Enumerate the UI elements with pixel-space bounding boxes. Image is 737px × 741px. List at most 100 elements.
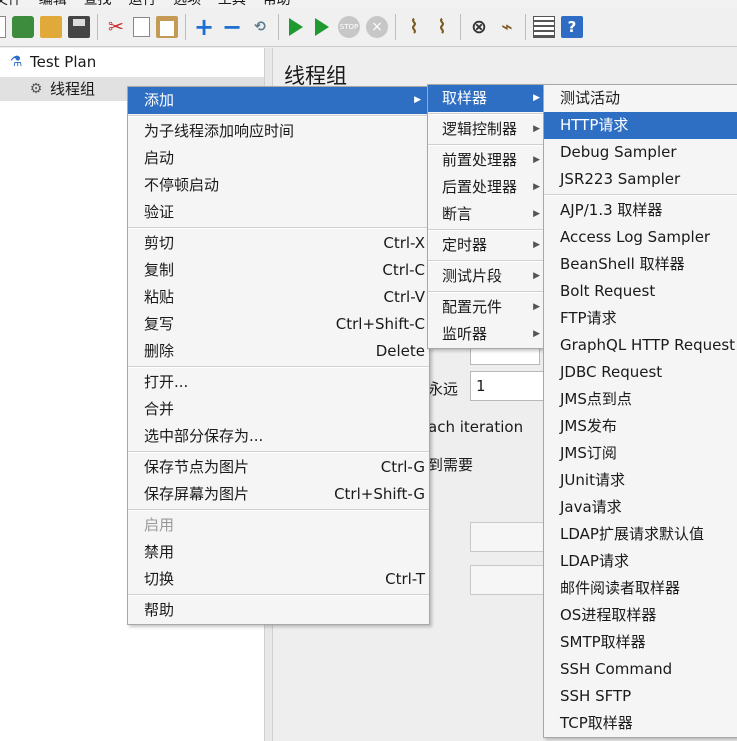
sampler-item-item-0-0[interactable]: 测试活动 [544,85,737,112]
menu-item-item-3-2[interactable]: 选中部分保存为... [128,423,429,450]
menu-item-item-2-2[interactable]: 粘贴 Ctrl-V [128,284,429,311]
search-icon[interactable]: ⊗ [468,16,490,38]
add-icon[interactable]: + [193,15,215,39]
menu-help[interactable]: 帮助 [263,0,291,7]
sampler-item-beanshell[interactable]: BeanShell 取样器 [544,251,737,278]
menu-run[interactable]: 运行 [128,0,156,7]
sampler-item-http[interactable]: HTTP请求 [544,112,737,139]
start-icon[interactable] [289,17,303,36]
sampler-item-ajp-1-3[interactable]: AJP/1.3 取样器 [544,197,737,224]
tree-item-test-plan[interactable]: ⚗ Test Plan [8,50,97,74]
sampler-item-smtp[interactable]: SMTP取样器 [544,629,737,656]
menu-item-item-5-1[interactable]: 禁用 [128,539,429,566]
toggle-icon[interactable]: ⟲ [249,16,271,38]
add-item-item-5-0[interactable]: 配置元件 ▶ [428,294,548,321]
sampler-item-jms[interactable]: JMS点到点 [544,386,737,413]
menu-item-item-2-1[interactable]: 复制 Ctrl-C [128,257,429,284]
menu-item-item-4-1[interactable]: 保存屏幕为图片 Ctrl+Shift-G [128,481,429,508]
menu-item-label: 测试片段 [442,267,503,285]
remove-icon[interactable]: − [221,15,243,39]
sampler-item-ssh-command[interactable]: SSH Command [544,656,737,683]
menu-item-item-0-0[interactable]: 添加 ▶ [128,87,429,114]
sampler-item-ldap[interactable]: LDAP扩展请求默认值 [544,521,737,548]
menu-item-label: LDAP请求 [560,552,629,570]
add-item-item-5-1[interactable]: 监听器 ▶ [428,321,548,348]
clear-icon[interactable]: ⌇ [403,16,425,38]
sampler-item-jsr223-sampler[interactable]: JSR223 Sampler [544,166,737,193]
menu-item-label: 选中部分保存为... [144,427,264,445]
menu-item-item-5-0[interactable]: 启用 [128,512,429,539]
sampler-item-access-log-sampler[interactable]: Access Log Sampler [544,224,737,251]
menu-separator [428,229,548,231]
sampler-item-ftp[interactable]: FTP请求 [544,305,737,332]
menu-item-item-2-4[interactable]: 删除 Delete [128,338,429,365]
shutdown-icon[interactable]: × [366,15,388,38]
menu-file[interactable]: 文件 [0,0,22,7]
sampler-item-item-1-14[interactable]: 邮件阅读者取样器 [544,575,737,602]
menu-separator [428,113,548,115]
menu-item-item-1-0[interactable]: 为子线程添加响应时间 [128,118,429,145]
sampler-item-junit[interactable]: JUnit请求 [544,467,737,494]
paste-icon[interactable] [156,15,178,38]
sampler-item-os[interactable]: OS进程取样器 [544,602,737,629]
function-helper-icon[interactable] [533,15,555,38]
menu-item-item-5-2[interactable]: 切换 Ctrl-T [128,566,429,593]
add-item-item-4-0[interactable]: 测试片段 ▶ [428,263,548,290]
add-item-item-2-2[interactable]: 断言 ▶ [428,201,548,228]
gear-icon: ⚙ [29,81,43,97]
menu-search[interactable]: 查找 [84,0,112,7]
startup-delay-field[interactable] [470,565,545,595]
menu-item-item-1-3[interactable]: 验证 [128,199,429,226]
clear-all-icon[interactable]: ⌇ [431,16,453,38]
context-menu: 添加 ▶ 为子线程添加响应时间 启动 不停顿启动 验证 剪切 Ctrl-X 复制 Ctrl-C 粘贴… [127,86,430,625]
stop-icon[interactable]: STOP [338,15,360,38]
tree-item-label: Test Plan [30,53,97,71]
sampler-item-tcp[interactable]: TCP取样器 [544,710,737,737]
cut-icon[interactable]: ✂ [105,16,127,38]
add-item-item-1-0[interactable]: 逻辑控制器 ▶ [428,116,548,143]
menu-item-item-2-3[interactable]: 复写 Ctrl+Shift-C [128,311,429,338]
sampler-item-bolt-request[interactable]: Bolt Request [544,278,737,305]
sampler-item-java[interactable]: Java请求 [544,494,737,521]
reset-search-icon[interactable]: ⌁ [496,16,518,38]
duration-field[interactable] [470,522,545,552]
template-icon[interactable] [12,15,34,38]
sampler-item-jms[interactable]: JMS订阅 [544,440,737,467]
open-icon[interactable] [40,15,62,38]
menu-separator [128,509,429,511]
sampler-item-jms[interactable]: JMS发布 [544,413,737,440]
menu-edit[interactable]: 编辑 [39,0,67,7]
help-icon[interactable]: ? [561,15,583,38]
sampler-item-graphql-http-request[interactable]: GraphQL HTTP Request [544,332,737,359]
add-item-item-2-0[interactable]: 前置处理器 ▶ [428,147,548,174]
menu-item-label: 禁用 [144,543,175,561]
loop-count-field[interactable]: 1 [470,371,545,401]
menu-item-item-1-2[interactable]: 不停顿启动 [128,172,429,199]
sampler-item-ldap[interactable]: LDAP请求 [544,548,737,575]
sampler-item-jdbc-request[interactable]: JDBC Request [544,359,737,386]
menu-item-item-6-0[interactable]: 帮助 [128,597,429,624]
sampler-item-debug-sampler[interactable]: Debug Sampler [544,139,737,166]
save-icon[interactable] [68,15,90,38]
add-item-item-3-0[interactable]: 定时器 ▶ [428,232,548,259]
menu-options[interactable]: 选项 [173,0,201,7]
menu-item-item-3-0[interactable]: 打开... [128,369,429,396]
menu-item-label: LDAP扩展请求默认值 [560,525,704,543]
menu-item-label: TCP取样器 [560,714,633,732]
menu-bar: 文件 编辑 查找 运行 选项 工具 帮助 [0,0,737,7]
menu-tools[interactable]: 工具 [218,0,246,7]
menu-separator [128,594,429,596]
menu-item-item-4-0[interactable]: 保存节点为图片 Ctrl-G [128,454,429,481]
new-icon[interactable] [0,15,6,38]
sampler-item-ssh-sftp[interactable]: SSH SFTP [544,683,737,710]
menu-item-item-3-1[interactable]: 合并 [128,396,429,423]
start-no-pause-icon[interactable] [315,17,329,36]
menu-item-label: 粘贴 [144,288,175,306]
copy-icon[interactable] [133,16,150,37]
menu-item-item-2-0[interactable]: 剪切 Ctrl-X [128,230,429,257]
menu-item-item-1-1[interactable]: 启动 [128,145,429,172]
add-item-item-2-1[interactable]: 后置处理器 ▶ [428,174,548,201]
add-item-item-0-0[interactable]: 取样器 ▶ [428,85,548,112]
loop-count-value: 1 [476,377,486,395]
menu-item-label: 定时器 [442,236,488,254]
